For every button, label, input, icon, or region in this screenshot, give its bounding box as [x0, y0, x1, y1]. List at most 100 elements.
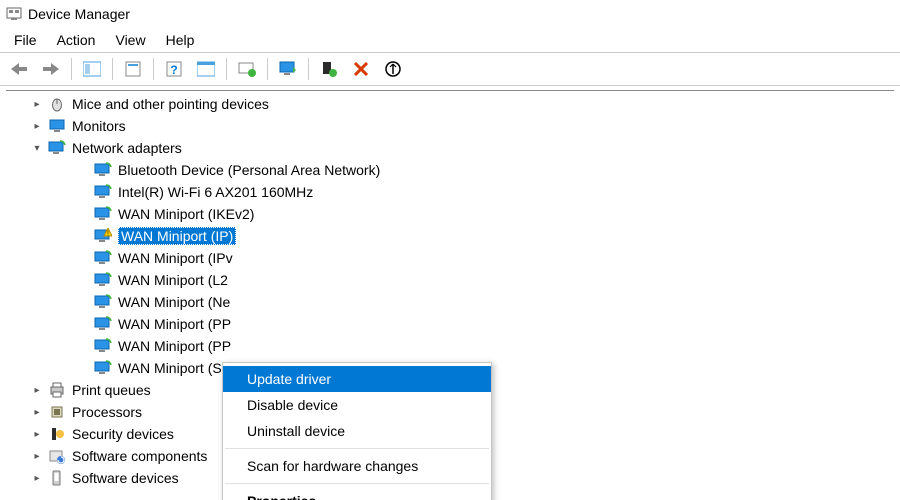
tree-row[interactable]: WAN Miniport (PP [6, 313, 894, 335]
tree-item-label: Software components [72, 448, 207, 464]
arrow-right-icon [43, 63, 59, 75]
menu-separator [225, 448, 489, 449]
tree-item-label: WAN Miniport (IPv [118, 250, 233, 266]
app-icon [6, 6, 22, 22]
properties-sheet-icon [125, 61, 141, 77]
toolbar-separator [308, 58, 309, 80]
context-menu: Update driverDisable deviceUninstall dev… [222, 362, 492, 500]
swdev-icon [48, 469, 66, 487]
properties-sheet-button[interactable] [118, 55, 148, 83]
toolbar-separator [226, 58, 227, 80]
tree-item-label: Processors [72, 404, 142, 420]
device-tree-wrap: ▸ Mice and other pointing devices ▸ Monitor… [0, 86, 900, 500]
help-icon: ? [166, 61, 182, 77]
context-menu-item[interactable]: Disable device [223, 392, 491, 418]
tree-item-label: Monitors [72, 118, 126, 134]
tree-item-label: WAN Miniport (SS [118, 360, 231, 376]
tree-row[interactable]: ▸ Mice and other pointing devices [6, 93, 894, 115]
cpu-icon [48, 403, 66, 421]
action-props-button[interactable] [191, 55, 221, 83]
net-icon [48, 139, 66, 157]
toolbar: ? [0, 52, 900, 86]
scan-hardware-button[interactable] [232, 55, 262, 83]
forward-button[interactable] [36, 55, 66, 83]
x-icon [354, 62, 368, 76]
tree-row[interactable]: Intel(R) Wi-Fi 6 AX201 160MHz [6, 181, 894, 203]
tree-row[interactable]: ! WAN Miniport (IP) [6, 225, 894, 247]
tree-row[interactable]: WAN Miniport (PP [6, 335, 894, 357]
context-menu-item[interactable]: Properties [223, 488, 491, 500]
net-icon [94, 293, 112, 311]
computer-add-icon [321, 61, 337, 77]
chevron-right-icon[interactable]: ▸ [30, 429, 44, 440]
net-icon [94, 205, 112, 223]
net-icon [94, 183, 112, 201]
tree-item-label: Security devices [72, 426, 174, 442]
disable-button[interactable] [378, 55, 408, 83]
scan-hardware-icon [238, 61, 256, 77]
menu-action[interactable]: Action [47, 30, 106, 50]
tree-item-label: WAN Miniport (PP [118, 316, 231, 332]
tree-item-label: WAN Miniport (Ne [118, 294, 230, 310]
tree-item-label: WAN Miniport (L2 [118, 272, 228, 288]
help-button[interactable]: ? [159, 55, 189, 83]
chevron-right-icon[interactable]: ▸ [30, 407, 44, 418]
chevron-right-icon[interactable]: ▸ [30, 121, 44, 132]
swcomp-icon [48, 447, 66, 465]
tree-row[interactable]: ▸ Monitors [6, 115, 894, 137]
console-icon [83, 61, 101, 77]
back-button[interactable] [4, 55, 34, 83]
tree-row[interactable]: WAN Miniport (Ne [6, 291, 894, 313]
net-warn-icon: ! [94, 227, 112, 245]
tree-item-label: WAN Miniport (IP) [118, 227, 236, 245]
menu-separator [225, 483, 489, 484]
tree-item-label: WAN Miniport (IKEv2) [118, 206, 254, 222]
tree-item-label: Print queues [72, 382, 151, 398]
toolbar-separator [112, 58, 113, 80]
chevron-down-icon[interactable]: ▾ [30, 143, 44, 154]
net-icon [94, 359, 112, 377]
monitor-sm-icon [48, 117, 66, 135]
menubar: File Action View Help [0, 28, 900, 52]
tree-row[interactable]: ▾ Network adapters [6, 137, 894, 159]
show-hide-console-button[interactable] [77, 55, 107, 83]
uninstall-button[interactable] [346, 55, 376, 83]
tree-item-label: WAN Miniport (PP [118, 338, 231, 354]
update-driver-button[interactable] [273, 55, 303, 83]
tree-item-label: Network adapters [72, 140, 182, 156]
menu-help[interactable]: Help [156, 30, 205, 50]
mouse-icon [48, 95, 66, 113]
context-menu-item[interactable]: Scan for hardware changes [223, 453, 491, 479]
context-menu-item[interactable]: Update driver [223, 366, 491, 392]
chevron-right-icon[interactable]: ▸ [30, 99, 44, 110]
net-icon [94, 337, 112, 355]
net-icon [94, 271, 112, 289]
tree-row[interactable]: WAN Miniport (IKEv2) [6, 203, 894, 225]
arrow-left-icon [11, 63, 27, 75]
tree-row[interactable]: WAN Miniport (L2 [6, 269, 894, 291]
svg-text:!: ! [107, 231, 109, 238]
add-legacy-hardware-button[interactable] [314, 55, 344, 83]
disable-icon [385, 61, 401, 77]
chevron-right-icon[interactable]: ▸ [30, 385, 44, 396]
toolbar-separator [71, 58, 72, 80]
context-menu-item[interactable]: Uninstall device [223, 418, 491, 444]
net-icon [94, 249, 112, 267]
window-title: Device Manager [28, 6, 130, 22]
chevron-right-icon[interactable]: ▸ [30, 451, 44, 462]
net-icon [94, 161, 112, 179]
security-icon [48, 425, 66, 443]
chevron-right-icon[interactable]: ▸ [30, 473, 44, 484]
monitor-up-icon [279, 61, 297, 77]
tree-row[interactable]: Bluetooth Device (Personal Area Network) [6, 159, 894, 181]
window-small-icon [197, 61, 215, 77]
net-icon [94, 315, 112, 333]
menu-file[interactable]: File [4, 30, 47, 50]
tree-item-label: Mice and other pointing devices [72, 96, 269, 112]
titlebar: Device Manager [0, 0, 900, 28]
tree-item-label: Intel(R) Wi-Fi 6 AX201 160MHz [118, 184, 313, 200]
tree-row[interactable]: WAN Miniport (IPv [6, 247, 894, 269]
toolbar-separator [267, 58, 268, 80]
menu-view[interactable]: View [105, 30, 155, 50]
toolbar-separator [153, 58, 154, 80]
